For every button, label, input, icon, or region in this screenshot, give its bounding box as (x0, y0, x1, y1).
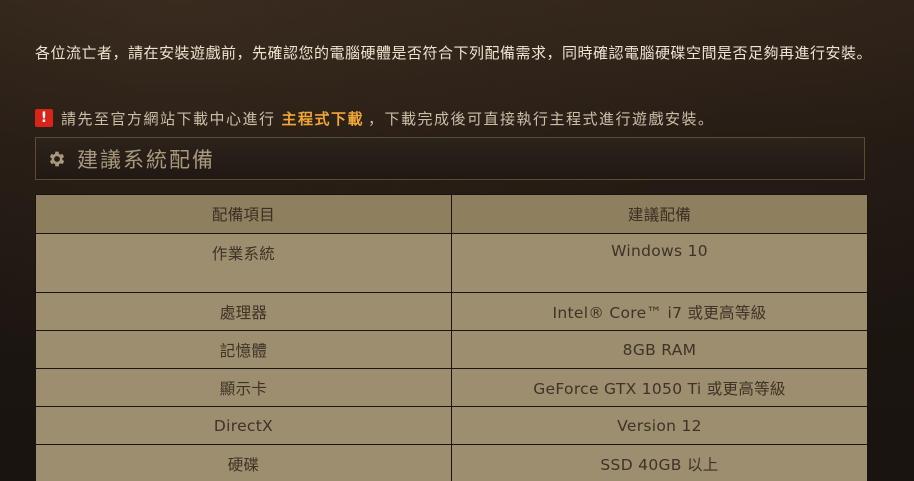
intro-text: 各位流亡者，請在安裝遊戲前，先確認您的電腦硬體是否符合下列配備需求，同時確認電腦… (35, 44, 873, 62)
row-value: GeForce GTX 1050 Ti 或更高等級 (451, 368, 868, 407)
header-spec-item: 配備項目 (35, 194, 452, 234)
notice-prefix: 請先至官方網站下載中心進行 (61, 109, 276, 128)
table-row: DirectX Version 12 (35, 406, 868, 445)
table-row: 作業系統 Windows 10 (35, 233, 868, 293)
header-recommended: 建議配備 (451, 194, 868, 234)
row-value: Intel® Core™ i7 或更高等級 (451, 292, 868, 331)
row-label: 處理器 (35, 292, 452, 331)
row-value: Version 12 (451, 406, 868, 445)
system-requirements-table: 配備項目 建議配備 作業系統 Windows 10 處理器 Intel® Cor… (35, 194, 868, 481)
table-row: 處理器 Intel® Core™ i7 或更高等級 (35, 292, 868, 331)
client-download-link[interactable]: 主程式下載 (282, 108, 365, 129)
section-title: 建議系統配備 (77, 147, 215, 172)
row-label: 記憶體 (35, 330, 452, 369)
section-header: 建議系統配備 (35, 137, 865, 180)
table-row: 硬碟 SSD 40GB 以上 (35, 444, 868, 481)
row-value: Windows 10 (451, 233, 868, 293)
exclamation-icon: ! (35, 109, 53, 127)
row-label: 硬碟 (35, 444, 452, 481)
notice-suffix: ，下載完成後可直接執行主程式進行遊戲安裝。 (368, 109, 715, 128)
table-row: 記憶體 8GB RAM (35, 330, 868, 369)
page: 各位流亡者，請在安裝遊戲前，先確認您的電腦硬體是否符合下列配備需求，同時確認電腦… (0, 0, 914, 481)
row-value: SSD 40GB 以上 (451, 444, 868, 481)
gear-icon (46, 148, 68, 170)
row-value: 8GB RAM (451, 330, 868, 369)
table-header-row: 配備項目 建議配備 (35, 194, 868, 234)
table-row: 顯示卡 GeForce GTX 1050 Ti 或更高等級 (35, 368, 868, 407)
row-label: 顯示卡 (35, 368, 452, 407)
row-label: 作業系統 (35, 233, 452, 293)
download-notice: ! 請先至官方網站下載中心進行 主程式下載 ，下載完成後可直接執行主程式進行遊戲… (35, 105, 715, 131)
row-label: DirectX (35, 406, 452, 445)
